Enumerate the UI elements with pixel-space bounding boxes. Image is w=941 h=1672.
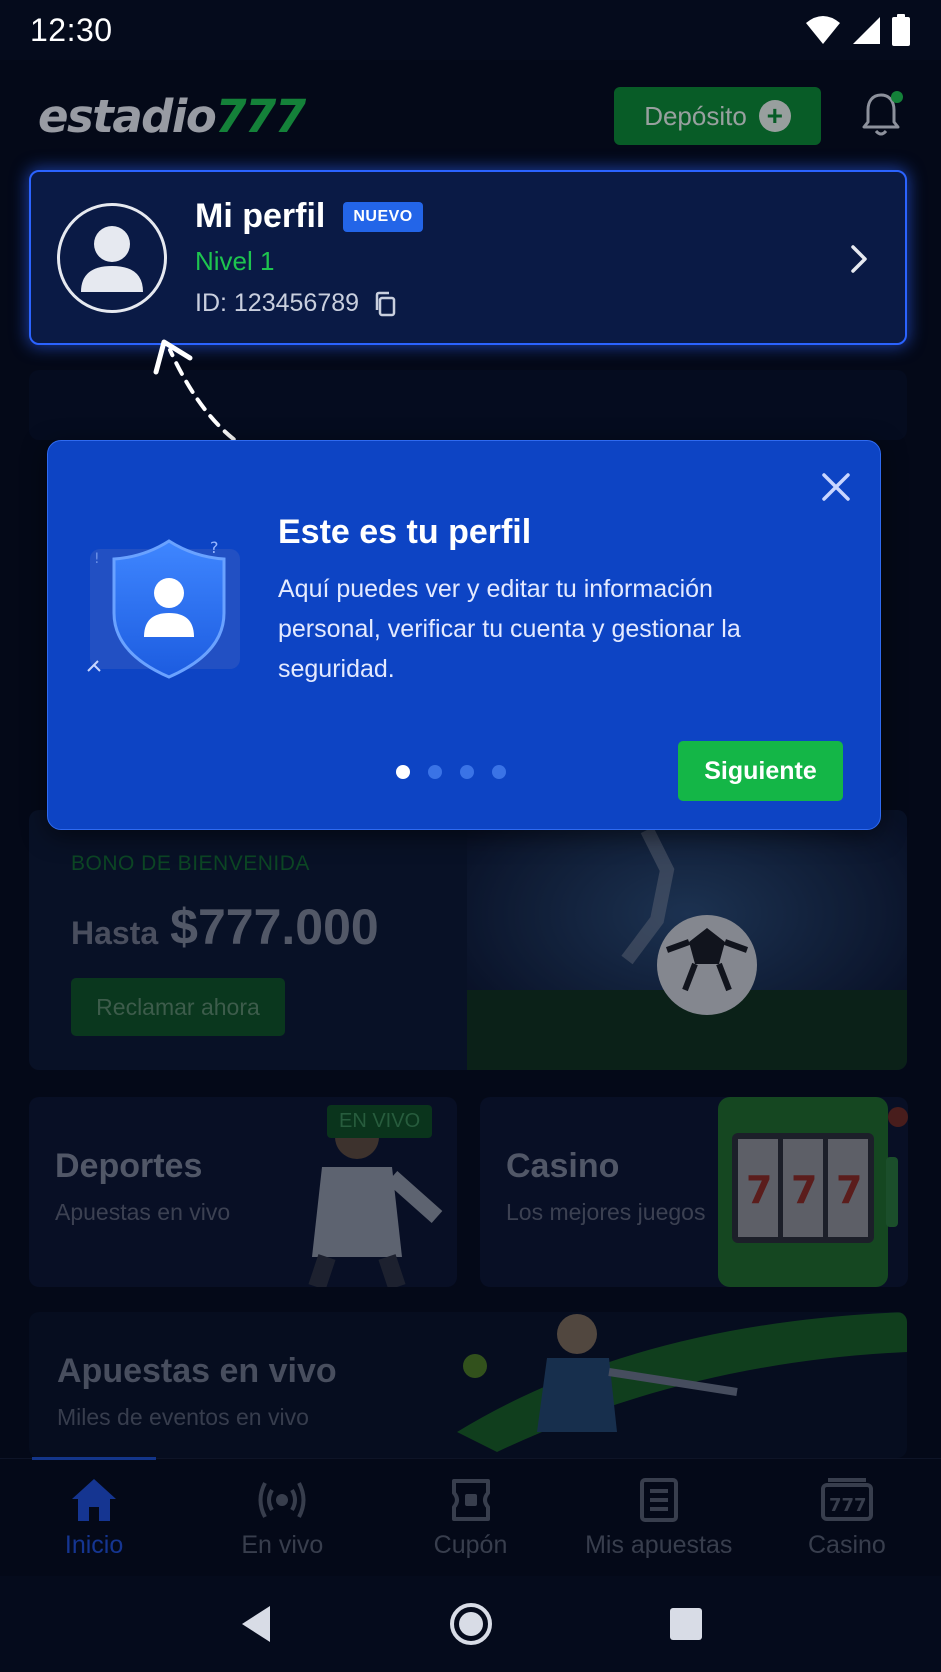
tennis-player-art xyxy=(457,1312,907,1452)
nav-item-casino[interactable]: 777 Casino xyxy=(753,1459,941,1576)
profile-tooltip: ? ! Este es tu perfil Aquí puedes ver y … xyxy=(47,440,881,830)
casino-subtitle: Los mejores juegos xyxy=(506,1199,706,1225)
step-indicator xyxy=(396,765,506,779)
svg-text:7: 7 xyxy=(791,1168,817,1212)
profile-id: ID: 123456789 xyxy=(195,289,360,317)
back-icon[interactable] xyxy=(238,1604,274,1644)
sports-subtitle: Apuestas en vivo xyxy=(55,1199,231,1225)
bets-list-icon xyxy=(639,1478,678,1522)
step-dot-2 xyxy=(428,765,442,779)
live-badge: EN VIVO xyxy=(327,1105,433,1138)
home-icon xyxy=(72,1479,117,1521)
bonus-amount: $777.000 xyxy=(170,899,379,955)
svg-text:?: ? xyxy=(210,538,219,557)
soccer-stadium-art xyxy=(467,810,907,1070)
nav-label-inicio: Inicio xyxy=(64,1531,124,1559)
new-badge: NUEVO xyxy=(343,201,423,232)
sports-tile[interactable]: Deportes Apuestas en vivo EN VIVO xyxy=(29,1097,457,1287)
recents-icon[interactable] xyxy=(668,1606,704,1642)
copy-icon[interactable] xyxy=(373,291,397,317)
nav-item-en-vivo[interactable]: En vivo xyxy=(188,1459,376,1576)
avatar xyxy=(57,202,167,313)
profile-name: Mi perfil xyxy=(195,197,326,235)
slot-777-icon: 777 xyxy=(820,1478,873,1521)
nav-item-cupon[interactable]: Cupón xyxy=(376,1459,564,1576)
profile-id-row: ID: 123456789 xyxy=(195,289,423,318)
bottom-navigation: Inicio En vivo Cupón Mis apuestas 777 Ca… xyxy=(0,1457,941,1576)
claim-now-button[interactable]: Reclamar ahora xyxy=(71,978,285,1036)
user-icon xyxy=(81,225,143,292)
home-circle-icon[interactable] xyxy=(449,1602,493,1646)
profile-level: Nivel 1 xyxy=(195,246,275,276)
next-button[interactable]: Siguiente xyxy=(678,741,843,801)
svg-text:777: 777 xyxy=(829,1495,867,1516)
profile-card[interactable]: Mi perfil NUEVO Nivel 1 ID: 123456789 xyxy=(29,170,907,345)
close-icon[interactable] xyxy=(816,467,856,507)
active-tab-indicator xyxy=(32,1457,156,1460)
chevron-right-icon xyxy=(851,245,867,273)
live-banner-subtitle: Miles de eventos en vivo xyxy=(57,1404,309,1430)
nav-label-en-vivo: En vivo xyxy=(241,1531,324,1559)
ticket-icon xyxy=(451,1479,490,1521)
profile-name-row: Mi perfil NUEVO xyxy=(195,197,423,236)
live-bets-banner[interactable]: Apuestas en vivo Miles de eventos en viv… xyxy=(29,1312,907,1458)
live-broadcast-icon xyxy=(258,1482,306,1518)
shield-user-icon: ? ! xyxy=(87,538,240,679)
nav-label-cupon: Cupón xyxy=(433,1531,508,1559)
tooltip-title: Este es tu perfil xyxy=(278,513,532,551)
profile-info: Mi perfil NUEVO Nivel 1 ID: 123456789 xyxy=(195,197,423,318)
svg-text:!: ! xyxy=(94,551,100,567)
bonus-prefix: Hasta xyxy=(71,915,159,951)
welcome-bonus-card[interactable]: BONO DE BIENVENIDA Hasta $777.000 Reclam… xyxy=(29,810,907,1070)
tooltip-body: Aquí puedes ver y editar tu información … xyxy=(278,575,741,683)
sports-title: Deportes xyxy=(55,1147,203,1185)
nav-label-casino: Casino xyxy=(808,1531,886,1559)
step-dot-4 xyxy=(492,765,506,779)
nav-item-inicio[interactable]: Inicio xyxy=(0,1459,188,1576)
bonus-label: BONO DE BIENVENIDA xyxy=(71,852,310,875)
svg-text:7: 7 xyxy=(836,1168,862,1212)
system-navigation xyxy=(0,1576,941,1672)
svg-text:7: 7 xyxy=(746,1168,772,1212)
bonus-amount-row: Hasta $777.000 xyxy=(71,898,379,956)
casino-tile[interactable]: Casino Los mejores juegos 7 7 7 xyxy=(480,1097,908,1287)
nav-item-mis-apuestas[interactable]: Mis apuestas xyxy=(565,1459,753,1576)
live-banner-title: Apuestas en vivo xyxy=(57,1352,337,1390)
nav-label-mis-apuestas: Mis apuestas xyxy=(585,1531,733,1559)
casino-title: Casino xyxy=(506,1147,620,1185)
step-dot-3 xyxy=(460,765,474,779)
step-dot-1 xyxy=(396,765,410,779)
slot-machine-art: 7 7 7 xyxy=(718,1097,908,1287)
